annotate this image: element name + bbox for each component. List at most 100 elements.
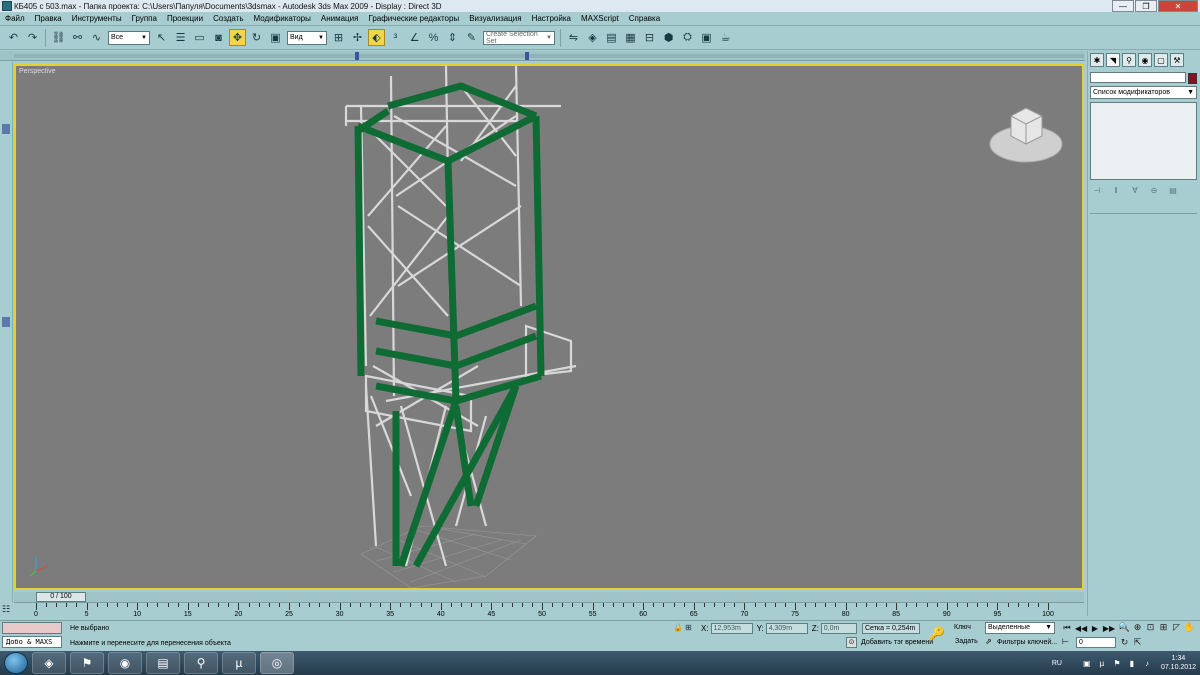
percent-snap-icon[interactable]: % [425,29,442,46]
menu-views[interactable]: Проекции [162,14,208,23]
maximize-button[interactable]: ❐ [1135,0,1157,12]
maximize-viewport-icon[interactable]: ⇱ [1131,635,1144,649]
taskbar-app-explorer-icon[interactable]: ▤ [146,652,180,674]
orbit-icon[interactable]: ↻ [1118,635,1131,649]
key-filters-button[interactable]: ⇗ Фильтры ключей... [985,637,1057,647]
schematic-view-icon[interactable]: ⊟ [641,29,658,46]
viewport-label[interactable]: Perspective [19,68,56,75]
redo-icon[interactable]: ↷ [24,29,41,46]
undo-icon[interactable]: ↶ [5,29,22,46]
object-name-field[interactable] [1090,72,1186,83]
link-icon[interactable]: ⛓ [50,29,67,46]
window-crossing-icon[interactable]: ◙ [210,29,227,46]
taskbar-app-3dsmax-icon[interactable]: ◈ [32,652,66,674]
menu-tools[interactable]: Инструменты [67,14,127,23]
select-scale-icon[interactable]: ▣ [267,29,284,46]
menu-create[interactable]: Создать [208,14,248,23]
modifier-list-dropdown[interactable]: Список модификаторов ▼ [1090,86,1197,99]
configure-modifier-sets-icon[interactable]: ▤ [1166,184,1180,196]
next-frame-icon[interactable]: ▶▶ [1102,622,1116,634]
menu-group[interactable]: Группа [127,14,162,23]
select-manipulate-icon[interactable]: ✢ [349,29,366,46]
reference-coordinate-dropdown[interactable]: Вид ▼ [287,30,327,45]
y-coordinate-field[interactable]: 4,309m [765,622,808,634]
close-button[interactable]: ✕ [1158,0,1198,12]
tray-app-icon[interactable]: ▣ [1082,658,1092,668]
menu-edit[interactable]: Правка [30,14,67,23]
taskbar-app-flag-icon[interactable]: ⚑ [70,652,104,674]
align-icon[interactable]: ◈ [584,29,601,46]
zoom-all-icon[interactable]: ⊕ [1131,620,1144,634]
add-time-tag[interactable]: ⊙ Добавить тэг времени [846,637,933,648]
maxscript-mini-listener[interactable]: Добо & MAXS [2,636,62,648]
start-button[interactable] [4,652,28,674]
app-icon[interactable] [2,1,12,11]
previous-frame-icon[interactable]: ◀◀ [1074,622,1088,634]
pivot-center-icon[interactable]: ⊞ [330,29,347,46]
time-slider[interactable]: 0 / 100 [36,592,86,602]
rendered-frame-window-icon[interactable]: ▣ [698,29,715,46]
mini-curve-editor-icon[interactable]: ☷ [2,604,13,615]
network-icon[interactable]: ▮ [1127,658,1137,668]
make-unique-icon[interactable]: ∀ [1128,184,1142,196]
set-key-icon[interactable]: 🔑 [925,624,949,644]
motion-tab-icon[interactable]: ◉ [1138,53,1152,67]
key-mode-toggle-icon[interactable]: ⊢ [1062,637,1074,648]
z-coordinate-field[interactable]: 0,0m [820,622,857,634]
field-of-view-icon[interactable]: ◸ [1170,620,1183,634]
menu-file[interactable]: Файл [0,14,30,23]
select-rotate-icon[interactable]: ↻ [248,29,265,46]
keyboard-shortcut-override-icon[interactable]: ⬖ [368,29,385,46]
display-tab-icon[interactable]: ▢ [1154,53,1168,67]
menu-customize[interactable]: Настройка [527,14,576,23]
menu-maxscript[interactable]: MAXScript [576,14,624,23]
angle-snap-icon[interactable]: ∠ [406,29,423,46]
utilities-tab-icon[interactable]: ⚒ [1170,53,1184,67]
taskbar-app-firefox-icon[interactable]: ◉ [108,652,142,674]
show-end-result-icon[interactable]: ‖ [1109,184,1123,196]
object-color-swatch[interactable] [1188,73,1197,84]
zoom-extents-all-icon[interactable]: ⊞ [1157,620,1170,634]
volume-icon[interactable]: ♪ [1142,658,1152,668]
x-coordinate-field[interactable]: 12,953m [710,622,753,634]
selection-filter-dropdown[interactable]: Все ▼ [108,30,150,45]
bind-spacewarp-icon[interactable]: ∿ [88,29,105,46]
menu-graph-editors[interactable]: Графические редакторы [363,14,464,23]
taskbar-app-search-icon[interactable]: ⚲ [184,652,218,674]
minimize-button[interactable]: — [1112,0,1134,12]
zoom-icon[interactable]: 🔍 [1118,620,1131,634]
pin-stack-icon[interactable]: ⊣ [1090,184,1104,196]
zoom-extents-icon[interactable]: ⊡ [1144,620,1157,634]
lock-icon[interactable]: 🔒 [673,623,683,633]
go-to-start-icon[interactable]: ⏮ [1060,622,1074,634]
unlink-icon[interactable]: ⚯ [69,29,86,46]
menu-rendering[interactable]: Визуализация [464,14,526,23]
taskbar-app-3dsmax-running-icon[interactable]: ◎ [260,652,294,674]
select-by-name-icon[interactable]: ☰ [172,29,189,46]
spinner-snap-icon[interactable]: ⇕ [444,29,461,46]
named-selection-dropdown[interactable]: Create Selection Set ▼ [483,30,555,45]
select-object-icon[interactable]: ↖ [153,29,170,46]
action-center-icon[interactable]: ⚑ [1112,658,1122,668]
curve-editor-icon[interactable]: ▦ [622,29,639,46]
hierarchy-tab-icon[interactable]: ⚲ [1122,53,1136,67]
key-mode-dropdown[interactable]: Выделенные ▼ [985,622,1055,634]
perspective-viewport[interactable]: Perspective [14,64,1084,590]
rectangular-selection-icon[interactable]: ▭ [191,29,208,46]
create-tab-icon[interactable]: ✱ [1090,53,1104,67]
language-indicator[interactable]: RU [1052,660,1062,667]
taskbar-app-utorrent-icon[interactable]: µ [222,652,256,674]
quick-render-icon[interactable]: ☕ [717,29,734,46]
select-move-icon[interactable]: ✥ [229,29,246,46]
mirror-icon[interactable]: ⇋ [565,29,582,46]
absolute-mode-icon[interactable]: ⊞ [685,623,695,633]
layer-manager-icon[interactable]: ▤ [603,29,620,46]
clock[interactable]: 1:34 07.10.2012 [1161,654,1196,672]
edit-named-selections-icon[interactable]: ✎ [463,29,480,46]
maxscript-listener-output[interactable] [2,622,62,634]
auto-key-button[interactable]: Ключ [954,624,971,631]
snaps-toggle-icon[interactable]: ³ [387,29,404,46]
menu-modifiers[interactable]: Модификаторы [248,14,315,23]
play-icon[interactable]: ▶ [1088,622,1102,634]
pan-icon[interactable]: ✋ [1183,620,1196,634]
